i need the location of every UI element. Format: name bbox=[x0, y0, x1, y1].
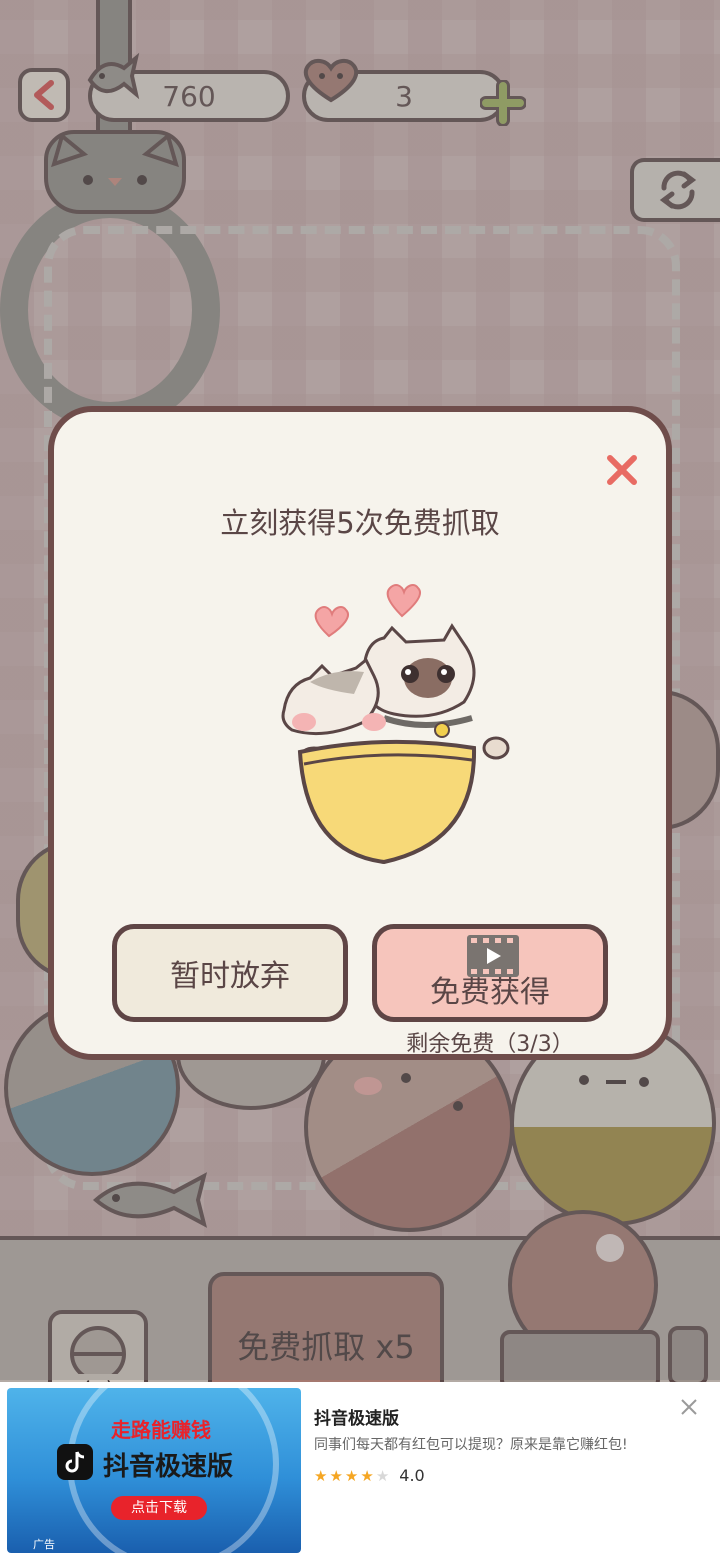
ad-description: 同事们每天都有红包可以提现？原来是靠它赚红包! bbox=[314, 1437, 628, 1453]
tiktok-logo bbox=[57, 1444, 93, 1480]
ad-tag: 广告 bbox=[33, 1538, 55, 1551]
star-icon: ★ bbox=[314, 1466, 328, 1485]
ad-image[interactable]: 走路能赚钱 抖音极速版 点击下载 广告 bbox=[7, 1388, 301, 1553]
ad-slogan: 走路能赚钱 bbox=[111, 1418, 211, 1442]
give-up-button[interactable]: 暂时放弃 bbox=[112, 924, 348, 1022]
ad-cta[interactable]: 点击下载 bbox=[111, 1496, 207, 1520]
ad-rating-value: 4.0 bbox=[399, 1466, 425, 1485]
video-icon bbox=[467, 935, 519, 977]
cats-in-bowl-illustration bbox=[281, 584, 510, 865]
ad-title: 抖音极速版 bbox=[314, 1409, 399, 1429]
ad-banner[interactable]: 走路能赚钱 抖音极速版 点击下载 广告 抖音极速版 同事们每天都有红包可以提现？… bbox=[0, 1382, 720, 1560]
free-grab-dialog: 立刻获得5次免费抓取 暂时放弃 免费获得 剩余免费（3/3） bbox=[48, 406, 672, 1060]
give-up-label: 暂时放弃 bbox=[170, 959, 290, 994]
ad-app-name: 抖音极速版 bbox=[103, 1452, 234, 1482]
star-empty-icon: ★ bbox=[375, 1466, 390, 1485]
star-icon: ★ bbox=[344, 1466, 359, 1485]
star-icon: ★ bbox=[329, 1466, 343, 1485]
dialog-title: 立刻获得5次免费抓取 bbox=[220, 506, 500, 540]
free-get-button[interactable]: 免费获得 bbox=[372, 924, 608, 1022]
ad-rating-stars: ★ ★ ★ ★ ★ 4.0 bbox=[314, 1466, 425, 1485]
ad-close-icon[interactable] bbox=[678, 1396, 700, 1418]
remaining-free-count: 剩余免费（3/3） bbox=[406, 1032, 574, 1057]
close-icon[interactable] bbox=[604, 452, 640, 488]
star-icon: ★ bbox=[360, 1466, 374, 1485]
